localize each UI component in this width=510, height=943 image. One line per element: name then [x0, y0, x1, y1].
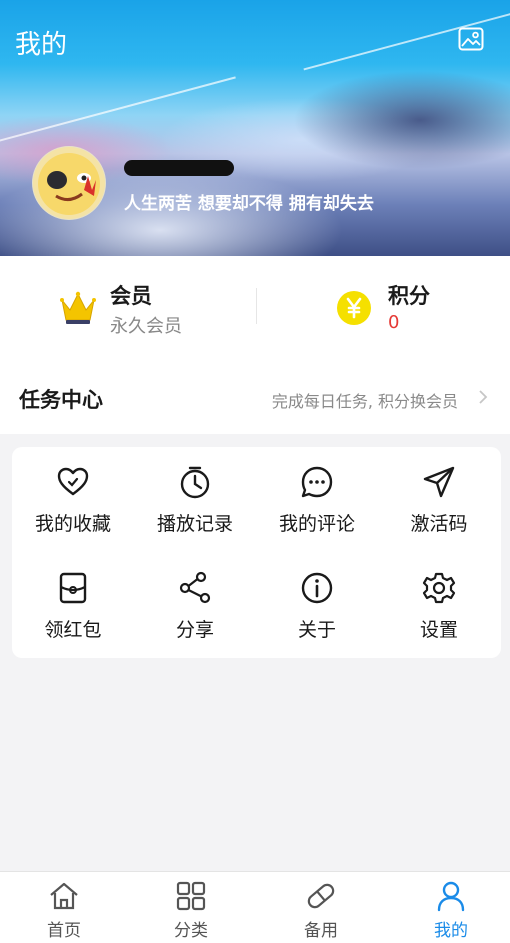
tab-label: 分类: [174, 921, 208, 941]
info-icon: [301, 572, 333, 604]
avatar[interactable]: [32, 146, 106, 220]
pill-icon: [307, 883, 335, 909]
member-label: 会员: [110, 284, 152, 308]
menu-item-label: 设置: [419, 619, 458, 641]
tab-label: 首页: [47, 921, 81, 941]
heart-icon: [57, 467, 89, 496]
tab-label: 备用: [304, 921, 338, 941]
tab-mine[interactable]: 我的: [387, 872, 510, 943]
tab-home[interactable]: 首页: [0, 872, 128, 943]
menu-item-settings[interactable]: 设置: [378, 553, 500, 653]
menu-item-comments[interactable]: 我的评论: [256, 447, 378, 547]
menu-item-label: 关于: [297, 619, 336, 641]
menu-item-red-envelope[interactable]: 领红包: [12, 553, 134, 653]
tab-category[interactable]: 分类: [127, 872, 255, 943]
menu-item-label: 我的收藏: [34, 513, 111, 535]
page-title: 我的: [15, 30, 68, 60]
red-envelope-icon: [59, 572, 87, 604]
task-center-title: 任务中心: [19, 388, 103, 412]
task-center-row[interactable]: 任务中心 完成每日任务, 积分换会员: [0, 374, 510, 424]
username-redacted: [124, 160, 234, 176]
tab-label: 我的: [434, 921, 468, 941]
profile-header: 我的 人生两苦 想要却不得 拥有却失去: [0, 0, 510, 256]
menu-item-label: 分享: [175, 619, 214, 641]
menu-item-share[interactable]: 分享: [134, 553, 256, 653]
points-card[interactable]: 积分 0: [336, 276, 496, 346]
user-icon: [437, 881, 465, 912]
gear-icon: [422, 572, 456, 604]
comment-icon: [301, 466, 333, 498]
tab-backup[interactable]: 备用: [257, 872, 385, 943]
bottom-tab-bar: 首页 分类 备用 我的: [0, 871, 510, 943]
menu-item-label: 播放记录: [156, 513, 233, 535]
member-card[interactable]: 会员 永久会员: [58, 276, 238, 346]
send-icon: [423, 466, 455, 498]
menu-item-history[interactable]: 播放记录: [134, 447, 256, 547]
stats-section: 会员 永久会员 积分 0 任务中心 完成每日任务, 积分换会员: [0, 256, 510, 434]
home-icon: [50, 882, 78, 910]
menu-item-label: 我的评论: [278, 513, 355, 535]
image-icon[interactable]: [458, 27, 484, 51]
divider: [256, 288, 257, 324]
points-label: 积分: [388, 284, 430, 308]
menu-item-activation-code[interactable]: 激活码: [378, 447, 500, 547]
member-value: 永久会员: [110, 316, 182, 337]
menu-item-about[interactable]: 关于: [256, 553, 378, 653]
menu-item-label: 激活码: [410, 513, 468, 535]
menu-item-label: 领红包: [44, 619, 102, 641]
grid-icon: [176, 881, 206, 911]
points-value: 0: [388, 312, 400, 333]
decorative-streak: [0, 76, 236, 146]
user-signature: 人生两苦 想要却不得 拥有却失去: [124, 194, 374, 214]
crown-icon: [60, 291, 96, 324]
menu-grid: 我的收藏 播放记录 我的评论 激活码 领红包 分享 关于 设置: [12, 447, 501, 658]
menu-item-favorites[interactable]: 我的收藏: [12, 447, 134, 547]
clock-icon: [180, 466, 210, 499]
chevron-right-icon: [479, 390, 488, 404]
yen-coin-icon: [337, 291, 371, 325]
share-icon: [179, 571, 211, 604]
task-center-description: 完成每日任务, 积分换会员: [271, 392, 458, 411]
